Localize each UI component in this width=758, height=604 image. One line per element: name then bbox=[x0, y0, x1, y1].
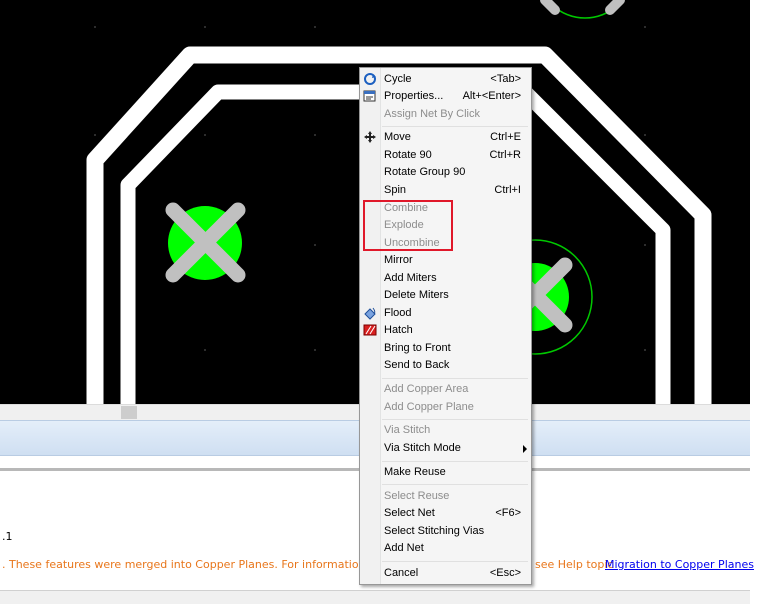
submenu-arrow-icon bbox=[523, 445, 527, 453]
menu-item-add-copper-plane[interactable]: Add Copper Plane bbox=[360, 399, 531, 416]
menu-item-via-stitch[interactable]: Via Stitch bbox=[360, 422, 531, 439]
menu-item-make-reuse[interactable]: Make Reuse bbox=[360, 464, 531, 481]
menu-item-via-stitch-mode[interactable]: Via Stitch Mode bbox=[360, 440, 531, 457]
hatch-icon bbox=[363, 323, 377, 337]
menu-item-flood[interactable]: Flood bbox=[360, 305, 531, 322]
menu-separator bbox=[382, 126, 528, 127]
migration-help-link[interactable]: Migration to Copper Planes bbox=[605, 558, 754, 571]
menu-item-select-reuse[interactable]: Select Reuse bbox=[360, 488, 531, 505]
menu-item-send-to-back[interactable]: Send to Back bbox=[360, 357, 531, 374]
menu-item-delete-miters[interactable]: Delete Miters bbox=[360, 287, 531, 304]
menu-item-mirror[interactable]: Mirror bbox=[360, 252, 531, 269]
flood-icon bbox=[363, 306, 377, 320]
menu-item-cancel[interactable]: Cancel <Esc> bbox=[360, 565, 531, 582]
menu-item-add-net[interactable]: Add Net bbox=[360, 540, 531, 557]
menu-separator bbox=[382, 484, 528, 485]
context-menu: Cycle <Tab> Properties... Alt+<Enter> As… bbox=[359, 67, 532, 585]
menu-separator bbox=[382, 419, 528, 420]
move-icon bbox=[363, 130, 377, 144]
menu-separator bbox=[382, 378, 528, 379]
highlight-box bbox=[363, 200, 453, 251]
menu-item-properties[interactable]: Properties... Alt+<Enter> bbox=[360, 88, 531, 105]
menu-item-rotate-90[interactable]: Rotate 90 Ctrl+R bbox=[360, 147, 531, 164]
menu-item-assign-net-by-click[interactable]: Assign Net By Click bbox=[360, 106, 531, 123]
menu-item-add-miters[interactable]: Add Miters bbox=[360, 270, 531, 287]
scrollbar-thumb[interactable] bbox=[121, 406, 137, 419]
bottom-scrollbar[interactable] bbox=[0, 590, 750, 604]
menu-item-move[interactable]: Move Ctrl+E bbox=[360, 129, 531, 146]
menu-item-cycle[interactable]: Cycle <Tab> bbox=[360, 71, 531, 88]
menu-separator bbox=[382, 461, 528, 462]
menu-item-select-stitching-vias[interactable]: Select Stitching Vias bbox=[360, 523, 531, 540]
properties-icon bbox=[363, 89, 377, 103]
menu-item-spin[interactable]: Spin Ctrl+I bbox=[360, 182, 531, 199]
menu-item-select-net[interactable]: Select Net <F6> bbox=[360, 505, 531, 522]
menu-item-bring-to-front[interactable]: Bring to Front bbox=[360, 340, 531, 357]
menu-item-hatch[interactable]: Hatch bbox=[360, 322, 531, 339]
output-warning-tail: see Help topic bbox=[535, 558, 614, 571]
cycle-icon bbox=[363, 72, 377, 86]
output-line: .1 bbox=[2, 530, 13, 543]
menu-item-rotate-group-90[interactable]: Rotate Group 90 bbox=[360, 164, 531, 181]
menu-separator bbox=[382, 561, 528, 562]
menu-item-add-copper-area[interactable]: Add Copper Area bbox=[360, 381, 531, 398]
